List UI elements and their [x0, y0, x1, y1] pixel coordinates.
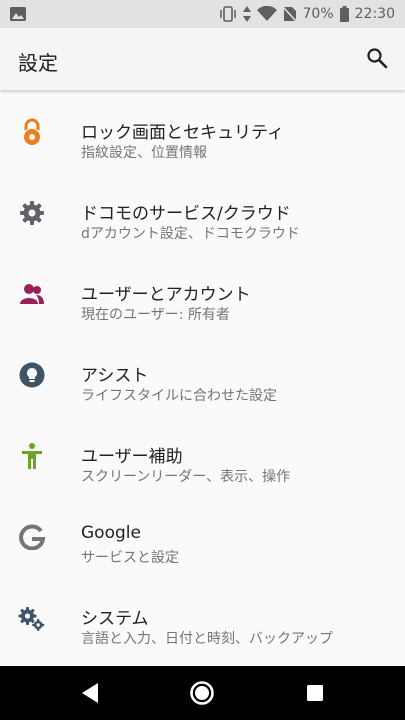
search-icon[interactable]	[365, 46, 389, 70]
settings-item-system[interactable]: システム 言語と入力、日付と時刻、バックアップ	[0, 576, 405, 657]
gears-icon	[18, 604, 46, 632]
settings-item-title: ユーザーとアカウント	[81, 285, 251, 305]
settings-item-subtitle: 言語と入力、日付と時刻、バックアップ	[81, 631, 333, 647]
battery-percent: 70%	[302, 6, 334, 22]
back-icon[interactable]	[77, 680, 103, 706]
recents-icon[interactable]	[302, 680, 328, 706]
settings-item-subtitle: スクリーンリーダー、表示、操作	[81, 469, 291, 485]
settings-item-title: ロック画面とセキュリティ	[81, 123, 284, 143]
settings-item-users[interactable]: ユーザーとアカウント 現在のユーザー: 所有者	[0, 252, 405, 333]
no-sim-icon	[282, 6, 297, 22]
accessibility-icon	[18, 442, 46, 470]
settings-item-accessibility[interactable]: ユーザー補助 スクリーンリーダー、表示、操作	[0, 414, 405, 495]
settings-item-title: ドコモのサービス/クラウド	[81, 204, 291, 224]
settings-item-title: システム	[81, 609, 149, 629]
navigation-bar	[0, 666, 405, 720]
battery-icon	[339, 6, 349, 22]
lightbulb-icon	[18, 361, 46, 389]
settings-item-subtitle: ライフスタイルに合わせた設定	[81, 388, 277, 404]
clock: 22:30	[354, 6, 395, 22]
settings-item-title: ユーザー補助	[81, 447, 183, 467]
gear-icon	[18, 199, 46, 227]
vibrate-icon	[219, 6, 237, 22]
settings-item-docomo[interactable]: ドコモのサービス/クラウド dアカウント設定、ドコモクラウド	[0, 171, 405, 252]
settings-item-title: Google	[81, 523, 141, 543]
settings-list: ロック画面とセキュリティ 指紋設定、位置情報 ドコモのサービス/クラウド dアカ…	[0, 90, 405, 666]
settings-item-subtitle: サービスと設定	[81, 550, 179, 566]
google-g-icon	[18, 523, 46, 551]
page-title: 設定	[18, 51, 58, 75]
home-icon[interactable]	[189, 680, 215, 706]
users-icon	[18, 280, 46, 308]
settings-item-subtitle: 指紋設定、位置情報	[81, 145, 207, 161]
settings-item-assist[interactable]: アシスト ライフスタイルに合わせた設定	[0, 333, 405, 414]
settings-item-lock-screen[interactable]: ロック画面とセキュリティ 指紋設定、位置情報	[0, 90, 405, 171]
data-arrows-icon	[242, 6, 251, 22]
settings-item-subtitle: 現在のユーザー: 所有者	[81, 307, 230, 323]
settings-item-subtitle: dアカウント設定、ドコモクラウド	[81, 226, 300, 242]
lock-icon	[18, 118, 46, 146]
status-bar: 70% 22:30	[0, 0, 405, 28]
wifi-icon	[256, 6, 277, 22]
settings-item-google[interactable]: Google サービスと設定	[0, 495, 405, 576]
app-bar: 設定	[0, 28, 405, 90]
image-icon	[10, 7, 26, 21]
settings-item-title: アシスト	[81, 366, 149, 386]
